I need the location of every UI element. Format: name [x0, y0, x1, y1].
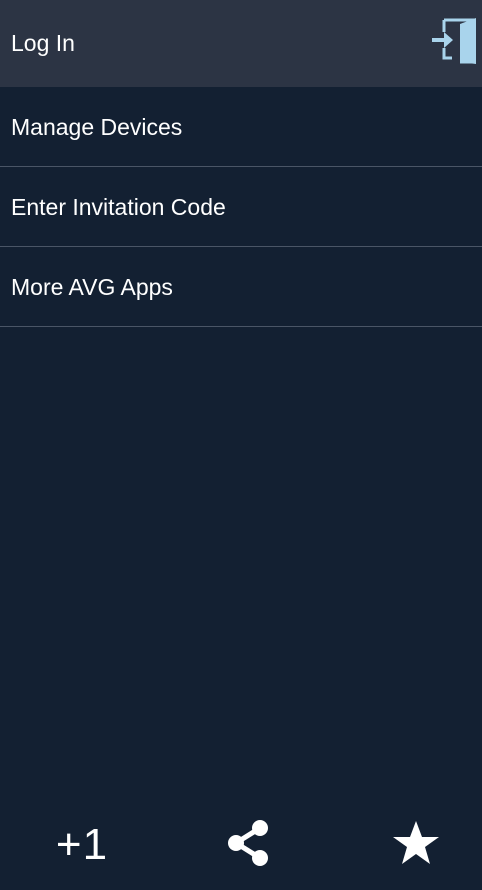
plus-one-label: +1	[55, 820, 109, 869]
login-door-icon[interactable]	[430, 16, 478, 66]
star-icon	[391, 818, 441, 873]
rate-star-button[interactable]	[336, 800, 482, 890]
menu-list: Manage Devices Enter Invitation Code Mor…	[0, 87, 482, 327]
menu-item-label: More AVG Apps	[11, 274, 173, 300]
plus-one-button[interactable]: +1	[2, 800, 162, 890]
bottom-action-bar: +1	[0, 800, 482, 890]
share-button[interactable]	[168, 800, 328, 890]
login-label: Log In	[11, 30, 75, 56]
menu-item-manage-devices[interactable]: Manage Devices	[0, 87, 482, 167]
share-icon	[224, 818, 272, 873]
menu-item-label: Enter Invitation Code	[11, 194, 226, 220]
menu-item-enter-invitation-code[interactable]: Enter Invitation Code	[0, 167, 482, 247]
menu-item-label: Manage Devices	[11, 114, 183, 140]
menu-item-more-avg-apps[interactable]: More AVG Apps	[0, 247, 482, 327]
login-row[interactable]: Log In	[0, 0, 482, 87]
